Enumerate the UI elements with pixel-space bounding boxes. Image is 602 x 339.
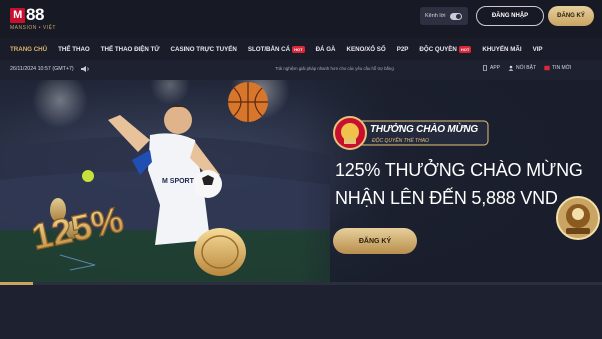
nav-item-promotions[interactable]: KHUYẾN MÃI <box>482 46 521 53</box>
nav-item-cockfight[interactable]: ĐÁ GÀ <box>316 46 336 53</box>
nav-item-p2p[interactable]: P2P <box>397 46 409 53</box>
hot-badge: HOT <box>458 45 472 53</box>
quick-links: APP NỔI BẬT TIN MỚI <box>482 65 571 71</box>
page: M 88 MANSION • VIỆT Kênh lời ĐĂNG NHẬP Đ… <box>0 0 602 339</box>
announcement-bar: 26/11/2024 10:57 (GMT+7) Trải nghiệm giả… <box>0 60 602 78</box>
promo-title: THƯỞNG CHÀO MỪNG <box>370 124 479 135</box>
promo-subtitle: ĐỘC QUYỀN THỂ THAO <box>372 138 429 144</box>
nav-item-home[interactable]: TRANG CHỦ <box>10 46 47 53</box>
logo-mark: M <box>10 7 25 23</box>
nav-item-esports[interactable]: THỂ THAO ĐIỆN TỬ <box>101 46 160 53</box>
main-nav: TRANG CHỦ THỂ THAO THỂ THAO ĐIỆN TỬ CASI… <box>0 38 602 60</box>
headline-line-2: NHẬN LÊN ĐẾN 5,888 VND <box>335 188 558 208</box>
register-button[interactable]: ĐĂNG KÝ <box>548 6 594 26</box>
news-link[interactable]: TIN MỚI <box>544 65 571 71</box>
nav-item-lottery[interactable]: KENO/XỔ SỐ <box>347 46 386 53</box>
nav-item-exclusive[interactable]: ĐỘC QUYỀN HOT <box>419 45 472 53</box>
nav-item-vip[interactable]: VIP <box>533 46 543 53</box>
toggle-switch-icon[interactable] <box>450 12 463 20</box>
promo-badge: THƯỞNG CHÀO MỪNG ĐỘC QUYỀN THỂ THAO <box>332 116 490 150</box>
nav-item-sports[interactable]: THỂ THAO <box>58 46 90 53</box>
phone-icon <box>483 65 487 71</box>
top-header: M 88 MANSION • VIỆT Kênh lời ĐĂNG NHẬP Đ… <box>0 0 602 38</box>
news-icon <box>544 65 550 71</box>
mascot-badge-icon[interactable] <box>554 194 600 242</box>
current-datetime: 26/11/2024 10:57 (GMT+7) <box>10 66 74 72</box>
featured-link[interactable]: NỔI BẬT <box>508 65 536 71</box>
nav-item-casino[interactable]: CASINO TRỰC TUYẾN <box>171 46 237 53</box>
jersey-sponsor-text: M SPORT <box>162 178 194 185</box>
logo[interactable]: M 88 MANSION • VIỆT <box>10 6 62 34</box>
speaker-icon <box>80 66 89 72</box>
voice-toggle[interactable]: Kênh lời <box>420 7 468 25</box>
content-area <box>0 285 602 339</box>
announcement-text: Trải nghiệm giải pháp nhanh hơn cho các … <box>275 66 394 71</box>
hot-badge: HOT <box>292 45 305 53</box>
hero-banner[interactable]: 125% M SPORT THƯỞNG CHÀO MỪNG ĐỘC QUYỀN … <box>0 80 602 282</box>
user-icon <box>508 65 514 71</box>
headline-line-1: 125% THƯỞNG CHÀO MỪNG <box>335 160 583 180</box>
nav-item-slots[interactable]: SLOT/BẮN CÁ HOT <box>248 45 305 53</box>
banner-register-button[interactable]: ĐĂNG KÝ <box>333 228 417 254</box>
voice-toggle-label: Kênh lời <box>425 13 446 19</box>
app-link[interactable]: APP <box>482 65 500 71</box>
logo-text: 88 <box>26 5 44 24</box>
login-button[interactable]: ĐĂNG NHẬP <box>476 6 544 26</box>
logo-subtitle: MANSION • VIỆT <box>10 25 56 31</box>
